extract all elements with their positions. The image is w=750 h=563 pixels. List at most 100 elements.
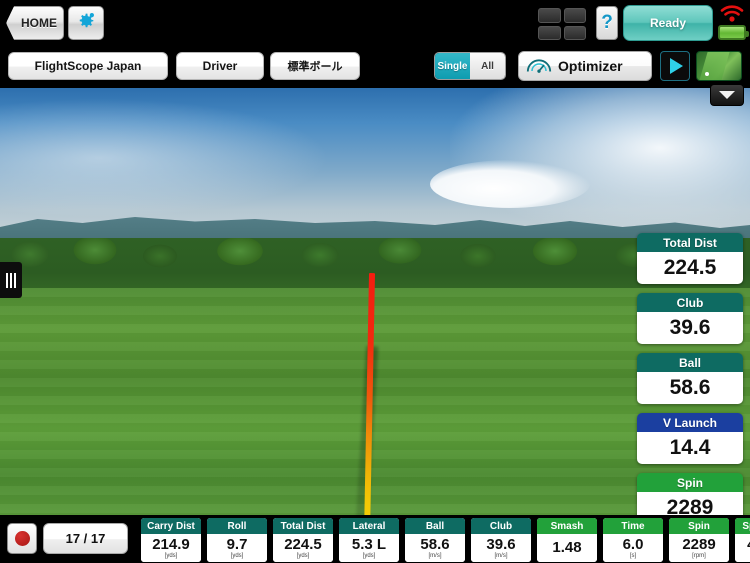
metric-value: 9.7 [226,535,248,553]
stat-card-value: 224.5 [637,252,743,284]
grid-cell [538,25,561,40]
drawer-handle-icon[interactable] [0,262,22,298]
wifi-icon [719,3,745,23]
help-button[interactable]: ? [596,6,618,40]
metric-header: Smash [537,518,597,534]
metric-header: Spin [669,518,729,534]
metric-header: Club [471,518,531,534]
metrics-table: Carry Dist 214.9 [yds] Roll 9.7 [yds] Total Di… [140,517,750,563]
metric-cell[interactable]: Smash 1.48 [536,517,598,563]
stat-card-value: 39.6 [637,312,743,344]
stat-card-label: Ball [637,353,743,372]
metric-cell[interactable]: Total Dist 224.5 [yds] [272,517,334,563]
metric-header: Spin Axis [735,518,750,534]
optimizer-button[interactable]: Optimizer [518,51,652,81]
view-mode-toggle[interactable]: Single All [434,52,506,80]
stat-card-label: Total Dist [637,233,743,252]
collapse-panel-button[interactable] [710,84,744,106]
metric-body: 1.48 [537,534,597,562]
record-icon [14,531,30,546]
metric-header: Ball [405,518,465,534]
stat-card-label: Club [637,293,743,312]
course-map-ball-marker [705,72,709,76]
metric-cell[interactable]: Lateral 5.3 L [yds] [338,517,400,563]
metric-value: 1.48 [552,539,582,556]
metric-unit: [yds] [296,552,310,559]
metric-body: 9.7 [yds] [207,534,267,562]
home-button-label: HOME [21,16,57,30]
metric-cell[interactable]: Spin 2289 [rpm] [668,517,730,563]
metric-body: 4.0 R[°] [735,534,750,562]
grid-cell [563,25,586,40]
home-button[interactable]: HOME [6,6,64,40]
metric-unit: [m/s] [494,552,508,559]
metric-header: Time [603,518,663,534]
course-view-button[interactable] [696,51,742,81]
metric-cell[interactable]: Spin Axis4.0 R[°] [734,517,750,563]
metric-body: 39.6 [m/s] [471,534,531,562]
metric-cell[interactable]: Ball 58.6 [m/s] [404,517,466,563]
metric-unit: [yds] [362,552,376,559]
stat-card-label: V Launch [637,413,743,432]
metric-cell[interactable]: Club 39.6 [m/s] [470,517,532,563]
question-mark-icon: ? [601,12,613,33]
play-button[interactable] [660,51,690,81]
course-map-icon [697,52,731,80]
metric-body: 224.5 [yds] [273,534,333,562]
metric-value: 39.6 [486,535,516,553]
metric-unit: [m/s] [428,552,442,559]
stat-card-value: 14.4 [637,432,743,464]
metric-header: Lateral [339,518,399,534]
stat-card-label: Spin [637,473,743,492]
battery-icon [718,25,749,40]
metric-value: 2289 [682,535,716,553]
play-icon [670,58,683,74]
stat-card[interactable]: V Launch 14.4 [637,413,743,464]
metric-value: 214.9 [152,535,190,553]
grid-cell [538,8,561,23]
settings-button[interactable] [68,6,104,40]
toggle-option-single[interactable]: Single [435,53,470,79]
stat-card-list: Total Dist 224.5 Club 39.6 Ball 58.6 V Launch 1… [637,233,743,533]
shot-counter[interactable]: 17 / 17 [43,523,128,554]
optimizer-label: Optimizer [558,58,623,74]
stat-card[interactable]: Ball 58.6 [637,353,743,404]
toggle-option-all[interactable]: All [470,53,505,79]
cloud [430,160,590,208]
shot-counter-label: 17 / 17 [65,531,106,546]
ball-selector-label: 標準ボール [287,61,343,73]
metric-body: 214.9 [yds] [141,534,201,562]
metric-value: 58.6 [420,535,450,553]
stat-card-value: 58.6 [637,372,743,404]
ball-selector-button[interactable]: 標準ボール [270,52,360,80]
player-profile-button[interactable]: FlightScope Japan [8,52,168,80]
status-badge-label: Ready [649,16,687,30]
cloud [0,98,330,218]
stat-card[interactable]: Club 39.6 [637,293,743,344]
club-selector-label: Driver [202,59,238,73]
metric-value: 6.0 [622,535,644,553]
grid-cell [563,8,586,23]
metric-header: Total Dist [273,518,333,534]
top-status-bar: HOME ? Ready [0,0,750,46]
metric-value: 5.3 L [351,535,387,553]
metric-header: Carry Dist [141,518,201,534]
flightscope-app: HOME ? Ready FlightScope Japan Driver 標準… [0,0,750,563]
gear-icon [75,10,97,37]
club-selector-button[interactable]: Driver [176,52,264,80]
metric-body: 5.3 L [yds] [339,534,399,562]
metric-cell[interactable]: Carry Dist 214.9 [yds] [140,517,202,563]
chevron-down-icon [719,91,735,99]
record-button[interactable] [7,523,37,554]
grid-view-button[interactable] [538,8,586,40]
metric-value: 224.5 [284,535,322,553]
player-profile-label: FlightScope Japan [34,59,142,73]
status-badge[interactable]: Ready [623,5,713,41]
metric-cell[interactable]: Roll 9.7 [yds] [206,517,268,563]
metric-body: 58.6 [m/s] [405,534,465,562]
gauge-icon [525,55,553,78]
metric-header: Roll [207,518,267,534]
metric-cell[interactable]: Time 6.0 [s] [602,517,664,563]
stat-card[interactable]: Total Dist 224.5 [637,233,743,284]
metric-unit: [s] [629,552,637,559]
